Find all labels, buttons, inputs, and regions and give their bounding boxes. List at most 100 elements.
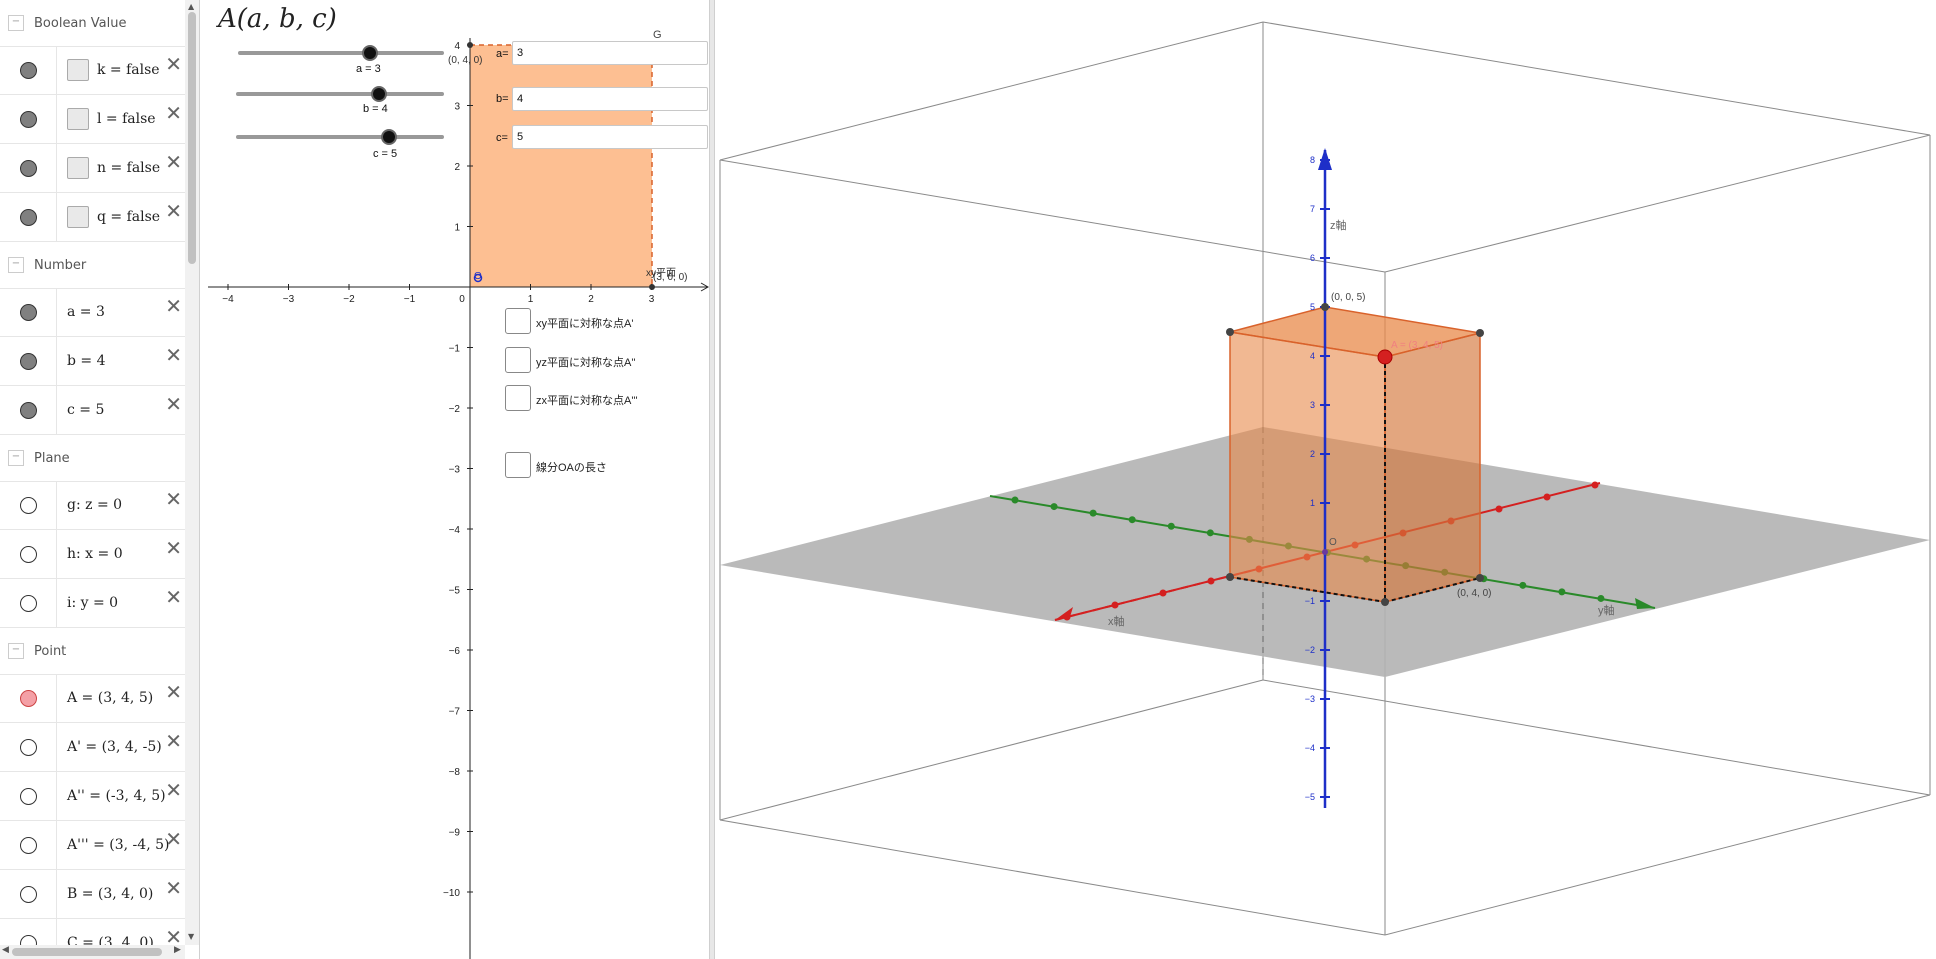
point-040[interactable]	[467, 42, 473, 48]
item-value[interactable]: c = 5	[67, 402, 104, 418]
collapse-icon[interactable]: −	[8, 643, 24, 659]
visibility-toggle[interactable]	[19, 110, 37, 128]
visibility-toggle[interactable]	[19, 594, 37, 612]
algebra-item-A[interactable]: A = (3, 4, 5) ✕	[0, 674, 185, 723]
category-plane[interactable]: − Plane	[0, 435, 185, 482]
vertical-scrollbar[interactable]: ▲ ▼	[185, 0, 199, 945]
category-boolean[interactable]: − Boolean Value	[0, 0, 185, 47]
delete-icon[interactable]: ✕	[165, 538, 182, 558]
visibility-toggle[interactable]	[19, 352, 37, 370]
slider-a-handle[interactable]	[362, 45, 378, 61]
rectangular-box[interactable]	[1229, 306, 1481, 603]
item-value[interactable]: a = 3	[67, 304, 105, 320]
collapse-icon[interactable]: −	[8, 15, 24, 31]
checkbox-xy-reflection[interactable]	[505, 308, 531, 334]
visibility-toggle[interactable]	[19, 61, 37, 79]
visibility-toggle[interactable]	[19, 545, 37, 563]
delete-icon[interactable]: ✕	[165, 345, 182, 365]
collapse-icon[interactable]: −	[8, 257, 24, 273]
item-value[interactable]: i: y = 0	[67, 595, 118, 611]
slider-c-handle[interactable]	[381, 129, 397, 145]
algebra-item-A3[interactable]: A''' = (3, -4, 5) ✕	[0, 821, 185, 870]
checkbox-zx-reflection[interactable]	[505, 385, 531, 411]
box-vertex[interactable]	[1476, 329, 1484, 337]
item-value[interactable]: A'' = (-3, 4, 5)	[67, 788, 166, 804]
visibility-toggle[interactable]	[19, 836, 37, 854]
algebra-item-i[interactable]: i: y = 0 ✕	[0, 579, 185, 628]
visibility-toggle[interactable]	[19, 738, 37, 756]
box-vertex[interactable]	[1226, 328, 1234, 336]
item-value[interactable]: q = false	[97, 209, 160, 225]
algebra-item-l[interactable]: l = false ✕	[0, 95, 185, 144]
visibility-toggle[interactable]	[19, 787, 37, 805]
delete-icon[interactable]: ✕	[165, 201, 182, 221]
slider-b-handle[interactable]	[371, 86, 387, 102]
collapse-icon[interactable]: −	[8, 450, 24, 466]
delete-icon[interactable]: ✕	[165, 152, 182, 172]
boolean-checkbox[interactable]	[67, 206, 89, 228]
delete-icon[interactable]: ✕	[165, 54, 182, 74]
delete-icon[interactable]: ✕	[165, 489, 182, 509]
visibility-toggle[interactable]	[19, 303, 37, 321]
input-a[interactable]	[512, 41, 708, 65]
delete-icon[interactable]: ✕	[165, 296, 182, 316]
item-value[interactable]: n = false	[97, 160, 160, 176]
graphics-3d-canvas[interactable]: 8 7 6 5 4 3 2 1 −1 −2 −3 −4 −5	[715, 0, 1936, 959]
algebra-item-a[interactable]: a = 3 ✕	[0, 288, 185, 337]
delete-icon[interactable]: ✕	[165, 829, 182, 849]
scroll-left-icon[interactable]: ◀	[2, 945, 9, 955]
scrollbar-thumb[interactable]	[188, 12, 196, 264]
box-vertex[interactable]	[1226, 573, 1234, 581]
checkbox-OA-length[interactable]	[505, 452, 531, 478]
delete-icon[interactable]: ✕	[165, 103, 182, 123]
algebra-item-n[interactable]: n = false ✕	[0, 144, 185, 193]
scroll-down-icon[interactable]: ▼	[188, 932, 194, 941]
visibility-toggle[interactable]	[19, 159, 37, 177]
checkbox-yz-reflection[interactable]	[505, 347, 531, 373]
delete-icon[interactable]: ✕	[165, 878, 182, 898]
algebra-item-q[interactable]: q = false ✕	[0, 193, 185, 242]
item-value[interactable]: h: x = 0	[67, 546, 123, 562]
algebra-item-c[interactable]: c = 5 ✕	[0, 386, 185, 435]
algebra-item-g[interactable]: g: z = 0 ✕	[0, 481, 185, 530]
algebra-item-b[interactable]: b = 4 ✕	[0, 337, 185, 386]
algebra-item-B[interactable]: B = (3, 4, 0) ✕	[0, 870, 185, 919]
point-040-3d[interactable]	[1476, 574, 1484, 582]
boolean-checkbox[interactable]	[67, 108, 89, 130]
graphics-view-3d[interactable]: 8 7 6 5 4 3 2 1 −1 −2 −3 −4 −5 (0, 0, 5) A = (3, 4, …	[715, 0, 1936, 959]
delete-icon[interactable]: ✕	[165, 682, 182, 702]
item-value[interactable]: b = 4	[67, 353, 106, 369]
visibility-toggle[interactable]	[19, 885, 37, 903]
input-c[interactable]	[512, 125, 708, 149]
scrollbar-thumb[interactable]	[12, 948, 162, 956]
item-value[interactable]: l = false	[97, 111, 156, 127]
delete-icon[interactable]: ✕	[165, 780, 182, 800]
category-point[interactable]: − Point	[0, 628, 185, 675]
scroll-up-icon[interactable]: ▲	[188, 2, 194, 11]
item-value[interactable]: k = false	[97, 62, 160, 78]
visibility-toggle[interactable]	[19, 208, 37, 226]
input-b[interactable]	[512, 87, 708, 111]
algebra-item-A2[interactable]: A'' = (-3, 4, 5) ✕	[0, 772, 185, 821]
scroll-right-icon[interactable]: ▶	[174, 945, 181, 955]
delete-icon[interactable]: ✕	[165, 394, 182, 414]
delete-icon[interactable]: ✕	[165, 927, 182, 947]
boolean-checkbox[interactable]	[67, 59, 89, 81]
point-B[interactable]	[1381, 598, 1389, 606]
algebra-item-k[interactable]: k = false ✕	[0, 46, 185, 95]
boolean-checkbox[interactable]	[67, 157, 89, 179]
item-value[interactable]: B = (3, 4, 0)	[67, 886, 153, 902]
item-value[interactable]: A' = (3, 4, -5)	[67, 739, 162, 755]
algebra-item-A1[interactable]: A' = (3, 4, -5) ✕	[0, 723, 185, 772]
item-value[interactable]: A = (3, 4, 5)	[67, 690, 153, 706]
horizontal-scrollbar[interactable]: ◀ ▶	[0, 945, 185, 959]
graphics-view-2d[interactable]: −4 −3 −2 −1 0 1 2 3 4 3 2 1 −1 −2 −3 −4 −5 −6 −7 −8 −9 −10 A…	[208, 0, 709, 959]
item-value[interactable]: A''' = (3, -4, 5)	[67, 837, 169, 853]
visibility-toggle[interactable]	[19, 689, 37, 707]
delete-icon[interactable]: ✕	[165, 731, 182, 751]
visibility-toggle[interactable]	[19, 401, 37, 419]
item-value[interactable]: g: z = 0	[67, 497, 122, 513]
algebra-item-h[interactable]: h: x = 0 ✕	[0, 530, 185, 579]
category-number[interactable]: − Number	[0, 242, 185, 289]
point-300[interactable]	[649, 284, 655, 290]
